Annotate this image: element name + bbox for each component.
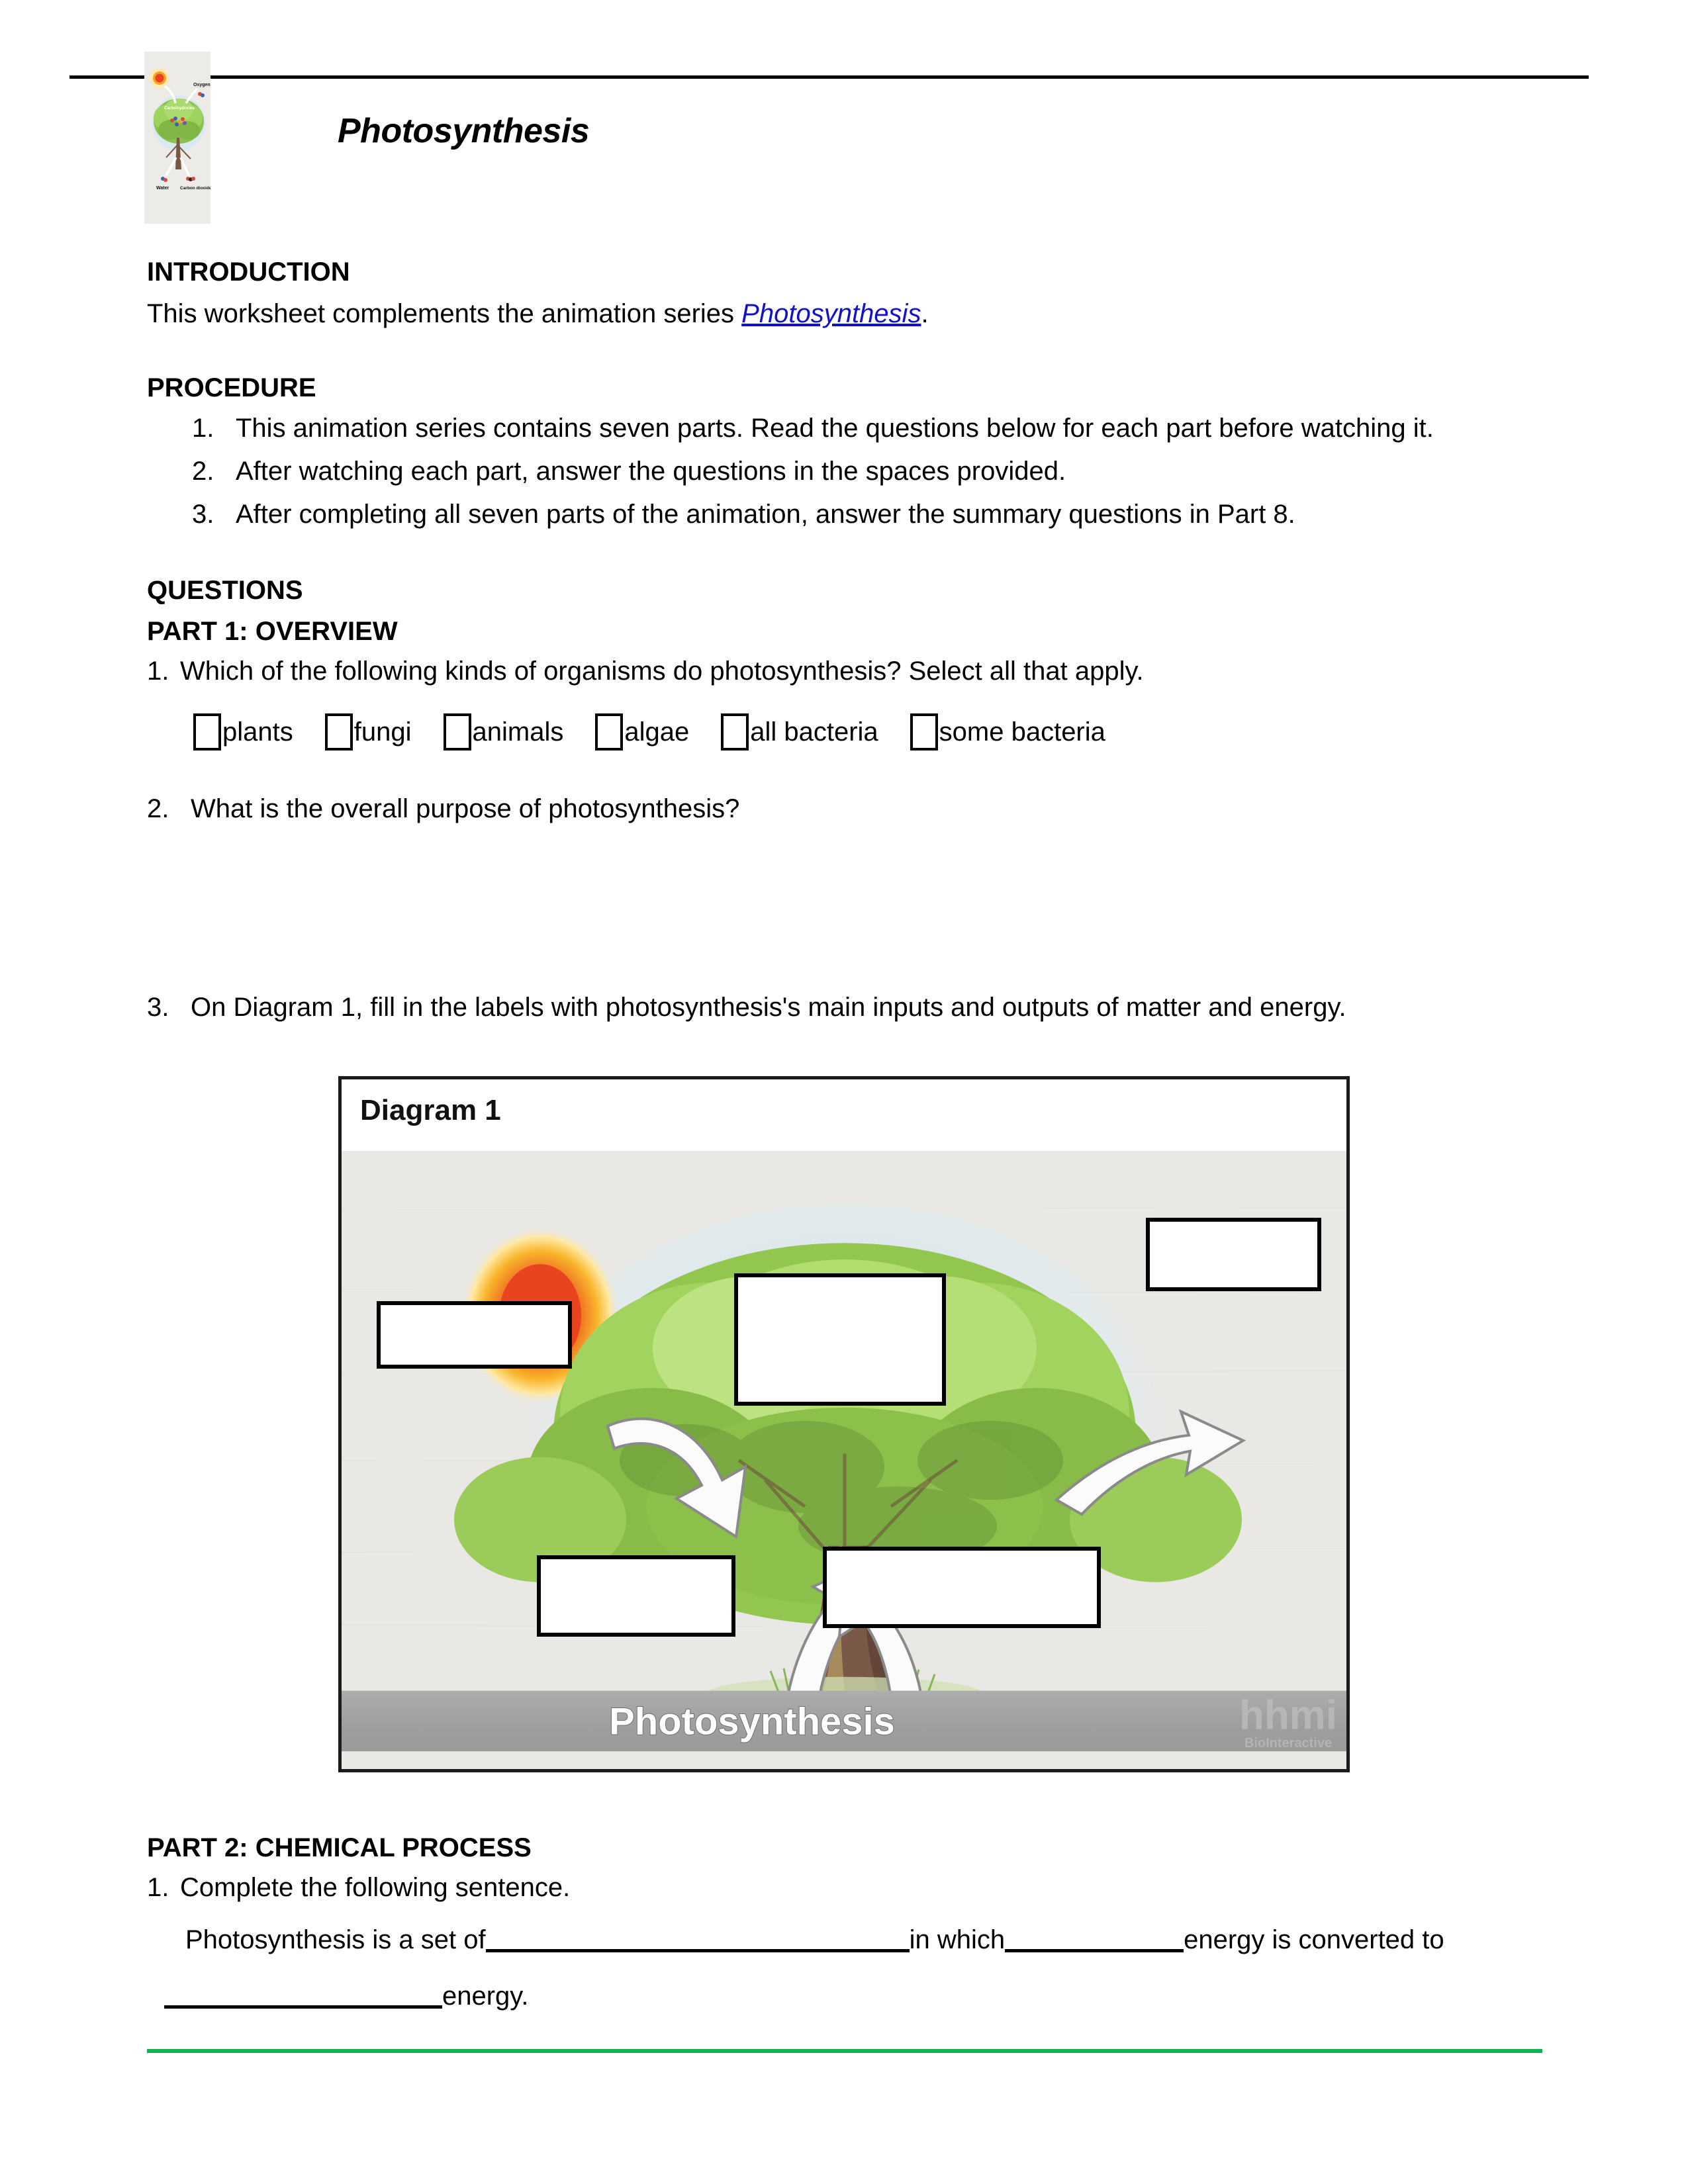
part2-sentence-line-1: Photosynthesis is a set of in which energy… <box>185 1923 1444 1957</box>
checkbox-option-algae[interactable]: algae <box>595 713 689 751</box>
organism-checkbox-row: plants fungi animals algae all bacteria … <box>193 713 1105 751</box>
checkbox-label-some-bacteria: some bacteria <box>939 717 1105 747</box>
checkbox-label-algae: algae <box>624 717 690 747</box>
part1-question-1: 1. Which of the following kinds of organi… <box>147 657 1144 686</box>
checkbox-all-bacteria[interactable] <box>721 713 749 751</box>
water-label-box[interactable] <box>537 1555 735 1637</box>
footer-divider <box>147 2049 1542 2053</box>
introduction-heading: INTRODUCTION <box>147 257 350 287</box>
photosynthesis-series-link[interactable]: Photosynthesis <box>741 299 921 328</box>
svg-text:BioInteractive: BioInteractive <box>1244 1736 1332 1751</box>
procedure-step-3-number: 3. <box>192 500 214 529</box>
procedure-step-1-text: This animation series contains seven par… <box>236 414 1434 443</box>
header-thumbnail-image: Oxygen Carbohydrates Water Carbon dioxid… <box>144 52 211 224</box>
part2-question-1-number: 1. <box>147 1873 169 1902</box>
part2-sentence-line-2: energy. <box>164 1979 528 2013</box>
part1-question-2-number: 2. <box>147 794 169 823</box>
checkbox-label-fungi: fungi <box>353 717 412 747</box>
svg-text:Carbon dioxide: Carbon dioxide <box>180 186 211 191</box>
checkbox-label-plants: plants <box>222 717 293 747</box>
part1-question-1-number: 1. <box>147 657 169 686</box>
svg-text:Carbohydrates: Carbohydrates <box>164 106 195 111</box>
carbohydrates-label-box[interactable] <box>734 1273 946 1406</box>
svg-text:Oxygen: Oxygen <box>193 83 211 87</box>
part1-question-2: 2. What is the overall purpose of photosy… <box>147 794 739 824</box>
part1-question-1-text: Which of the following kinds of organism… <box>180 657 1144 686</box>
procedure-step-3: 3. After completing all seven parts of th… <box>192 500 1295 529</box>
checkbox-label-all-bacteria: all bacteria <box>750 717 878 747</box>
diagram-1-container: Diagram 1 Photosynthesis hhmi BioInterac… <box>338 1076 1350 1772</box>
part2-question-1: 1. Complete the following sentence. <box>147 1873 570 1903</box>
oxygen-label-box[interactable] <box>1146 1218 1321 1291</box>
questions-heading: QUESTIONS <box>147 576 303 605</box>
part1-question-3-text: On Diagram 1, fill in the labels with ph… <box>191 993 1346 1022</box>
part1-question-3: 3. On Diagram 1, fill in the labels with … <box>147 993 1346 1023</box>
checkbox-some-bacteria[interactable] <box>910 713 938 751</box>
svg-text:Photosynthesis: Photosynthesis <box>609 1700 895 1743</box>
sentence-segment-1: Photosynthesis is a set of <box>185 1925 486 1954</box>
checkbox-fungi[interactable] <box>324 713 353 751</box>
checkbox-plants[interactable] <box>193 713 221 751</box>
page-title: Photosynthesis <box>338 112 590 150</box>
part1-heading: PART 1: OVERVIEW <box>147 617 398 646</box>
procedure-step-3-text: After completing all seven parts of the … <box>236 500 1295 529</box>
procedure-step-1: 1. This animation series contains seven p… <box>192 414 1434 443</box>
introduction-text-before: This worksheet complements the animation… <box>147 299 742 328</box>
svg-text:Water: Water <box>156 186 169 191</box>
worksheet-page: Oxygen Carbohydrates Water Carbon dioxid… <box>0 0 1688 2184</box>
sunlight-label-box[interactable] <box>377 1301 572 1369</box>
sentence-segment-2: in which <box>909 1925 1006 1954</box>
part2-heading: PART 2: CHEMICAL PROCESS <box>147 1833 532 1862</box>
checkbox-algae[interactable] <box>595 713 624 751</box>
procedure-step-2-number: 2. <box>192 457 214 486</box>
diagram-1-title: Diagram 1 <box>360 1094 501 1126</box>
part2-question-1-text: Complete the following sentence. <box>180 1873 571 1902</box>
checkbox-option-animals[interactable]: animals <box>443 713 564 751</box>
sentence-blank-1[interactable] <box>485 1925 910 1952</box>
checkbox-animals[interactable] <box>443 713 471 751</box>
procedure-step-2-text: After watching each part, answer the que… <box>236 457 1066 486</box>
sentence-segment-3: energy is converted to <box>1184 1925 1444 1954</box>
checkbox-option-fungi[interactable]: fungi <box>324 713 412 751</box>
procedure-step-1-number: 1. <box>192 414 214 443</box>
introduction-text-after: . <box>921 299 929 328</box>
checkbox-option-plants[interactable]: plants <box>193 713 293 751</box>
part1-question-2-text: What is the overall purpose of photosynt… <box>191 794 740 823</box>
sentence-segment-4: energy. <box>442 1981 529 2011</box>
sentence-blank-2[interactable] <box>1005 1925 1184 1952</box>
sentence-blank-3[interactable] <box>164 1981 442 2009</box>
header-divider <box>70 75 1589 79</box>
svg-text:hhmi: hhmi <box>1239 1692 1337 1738</box>
checkbox-label-animals: animals <box>472 717 564 747</box>
part1-question-3-number: 3. <box>147 993 169 1022</box>
procedure-step-2: 2. After watching each part, answer the q… <box>192 457 1066 486</box>
introduction-text: This worksheet complements the animation… <box>147 296 929 331</box>
checkbox-option-some-bacteria[interactable]: some bacteria <box>910 713 1105 751</box>
procedure-heading: PROCEDURE <box>147 373 316 402</box>
carbon-dioxide-label-box[interactable] <box>823 1547 1101 1628</box>
checkbox-option-all-bacteria[interactable]: all bacteria <box>721 713 878 751</box>
